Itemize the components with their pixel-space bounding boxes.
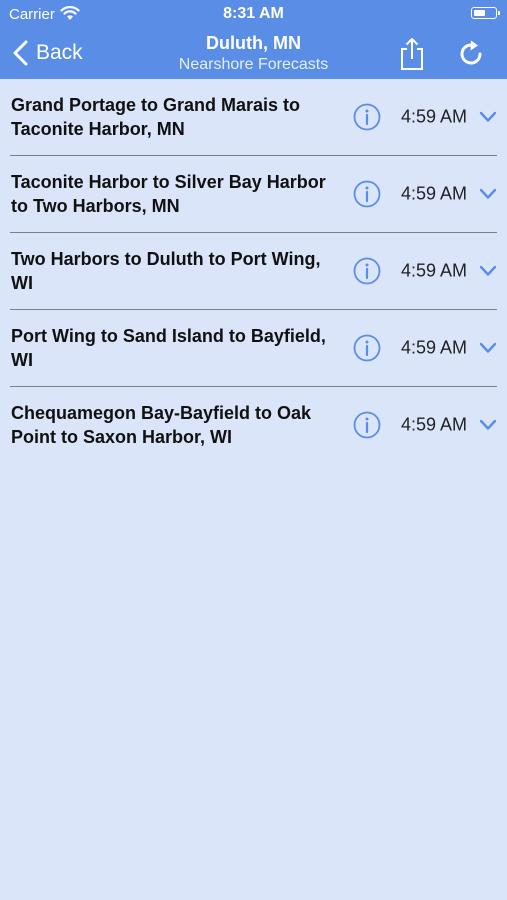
forecast-row[interactable]: Taconite Harbor to Silver Bay Harbor to …: [10, 156, 497, 233]
forecast-zone-name: Two Harbors to Duluth to Port Wing, WI: [11, 249, 321, 293]
forecast-zone-name: Chequamegon Bay-Bayfield to Oak Point to…: [11, 403, 312, 447]
forecast-issue-time: 4:59 AM: [401, 183, 468, 204]
forecast-zone-name: Grand Portage to Grand Marais to Taconit…: [11, 95, 301, 139]
chevron-down-icon[interactable]: [479, 265, 497, 277]
forecast-zone-name: Port Wing to Sand Island to Bayfield, WI: [11, 326, 326, 370]
page-title: Duluth, MN: [206, 33, 301, 53]
forecast-row[interactable]: Chequamegon Bay-Bayfield to Oak Point to…: [10, 387, 497, 463]
refresh-icon[interactable]: [458, 40, 486, 68]
battery-icon: [471, 7, 500, 19]
forecast-issue-time: 4:59 AM: [401, 337, 468, 358]
chevron-down-icon[interactable]: [479, 188, 497, 200]
forecast-row[interactable]: Port Wing to Sand Island to Bayfield, WI…: [10, 310, 497, 387]
status-bar: Carrier 8:31 AM: [0, 0, 507, 28]
status-time: 8:31 AM: [223, 5, 284, 22]
chevron-down-icon[interactable]: [479, 111, 497, 123]
info-icon[interactable]: [353, 411, 381, 439]
chevron-down-icon[interactable]: [479, 419, 497, 431]
forecast-zone-name: Taconite Harbor to Silver Bay Harbor to …: [11, 172, 326, 216]
chevron-down-icon[interactable]: [479, 342, 497, 354]
info-icon[interactable]: [353, 103, 381, 131]
page-subtitle: Nearshore Forecasts: [178, 56, 329, 73]
forecast-list: Grand Portage to Grand Marais to Taconit…: [0, 79, 507, 463]
forecast-issue-time: 4:59 AM: [401, 106, 468, 127]
forecast-row[interactable]: Two Harbors to Duluth to Port Wing, WI 4:…: [10, 233, 497, 310]
info-icon[interactable]: [353, 180, 381, 208]
forecast-issue-time: 4:59 AM: [401, 414, 468, 435]
info-icon[interactable]: [353, 334, 381, 362]
forecast-issue-time: 4:59 AM: [401, 260, 468, 281]
forecast-row[interactable]: Grand Portage to Grand Marais to Taconit…: [10, 79, 497, 156]
share-icon[interactable]: [398, 37, 426, 71]
navigation-bar: Carrier 8:31 AM Back Duluth, MN Nearshor…: [0, 0, 507, 79]
info-icon[interactable]: [353, 257, 381, 285]
